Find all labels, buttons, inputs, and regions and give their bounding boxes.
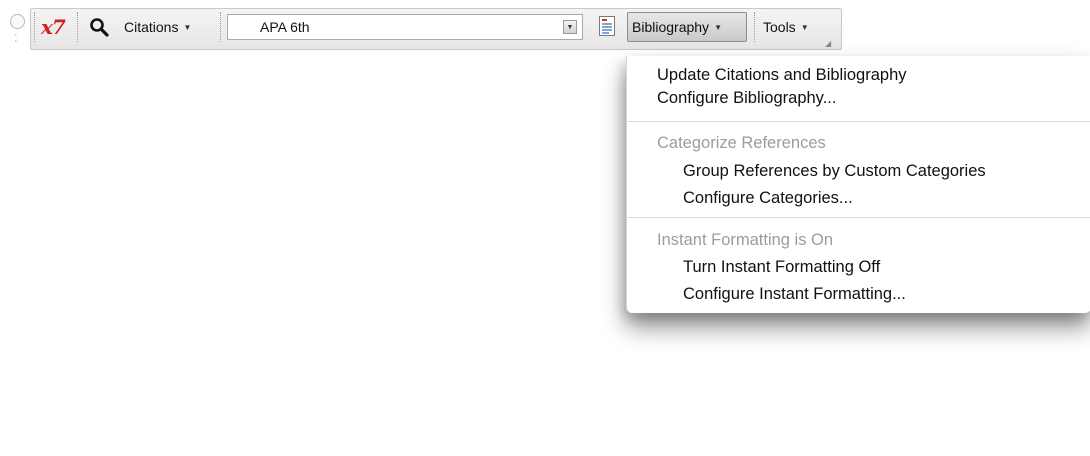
toolbar-separator xyxy=(754,12,755,42)
citations-menu-button[interactable]: Citations ▼ xyxy=(124,14,191,40)
toolbar-separator xyxy=(34,12,35,42)
output-style-value: APA 6th xyxy=(260,19,310,35)
logo-text: x7 xyxy=(41,15,66,39)
menu-item-update-citations-bibliography[interactable]: Update Citations and Bibliography xyxy=(657,64,907,86)
citations-label: Citations xyxy=(124,19,179,35)
menu-separator xyxy=(627,121,1090,122)
search-icon[interactable] xyxy=(89,14,109,40)
toolbar-separator xyxy=(77,12,78,42)
output-style-select[interactable]: APA 6th ▼ xyxy=(227,14,583,40)
bibliography-dropdown-menu: Update Citations and Bibliography Config… xyxy=(626,56,1090,313)
menu-item-group-by-custom-categories[interactable]: Group References by Custom Categories xyxy=(683,160,986,182)
tools-menu-button[interactable]: Tools ▼ xyxy=(763,14,809,40)
dropdown-arrow-icon[interactable]: ▼ xyxy=(563,20,577,34)
bibliography-menu-button[interactable]: Bibliography ▼ xyxy=(627,12,747,42)
dropdown-arrow-icon: ▼ xyxy=(714,22,722,32)
menu-item-configure-instant-formatting[interactable]: Configure Instant Formatting... xyxy=(683,283,906,305)
grip-dots-icon: · · xyxy=(14,29,18,47)
endnote-toolbar: · · x7 Citations ▼ APA 6th ▼ Bibliography xyxy=(0,0,1090,58)
toolbar-separator xyxy=(220,12,221,42)
menu-separator xyxy=(627,217,1090,218)
bibliography-doc-icon[interactable] xyxy=(598,13,616,39)
menu-heading-instant-formatting: Instant Formatting is On xyxy=(657,231,834,249)
bibliography-label: Bibliography xyxy=(632,19,710,35)
menu-item-turn-instant-formatting-off[interactable]: Turn Instant Formatting Off xyxy=(683,256,880,278)
menu-heading-categorize-references: Categorize References xyxy=(657,134,826,152)
tools-label: Tools xyxy=(763,19,796,35)
menu-item-configure-bibliography[interactable]: Configure Bibliography... xyxy=(657,87,836,109)
menu-item-configure-categories[interactable]: Configure Categories... xyxy=(683,187,853,209)
dropdown-arrow-icon: ▼ xyxy=(183,22,192,32)
grip-icon[interactable] xyxy=(10,14,25,29)
endnote-x7-icon[interactable]: x7 xyxy=(41,14,66,40)
resize-corner-icon[interactable]: ◢ xyxy=(825,39,831,48)
dropdown-arrow-icon: ▼ xyxy=(800,22,809,32)
